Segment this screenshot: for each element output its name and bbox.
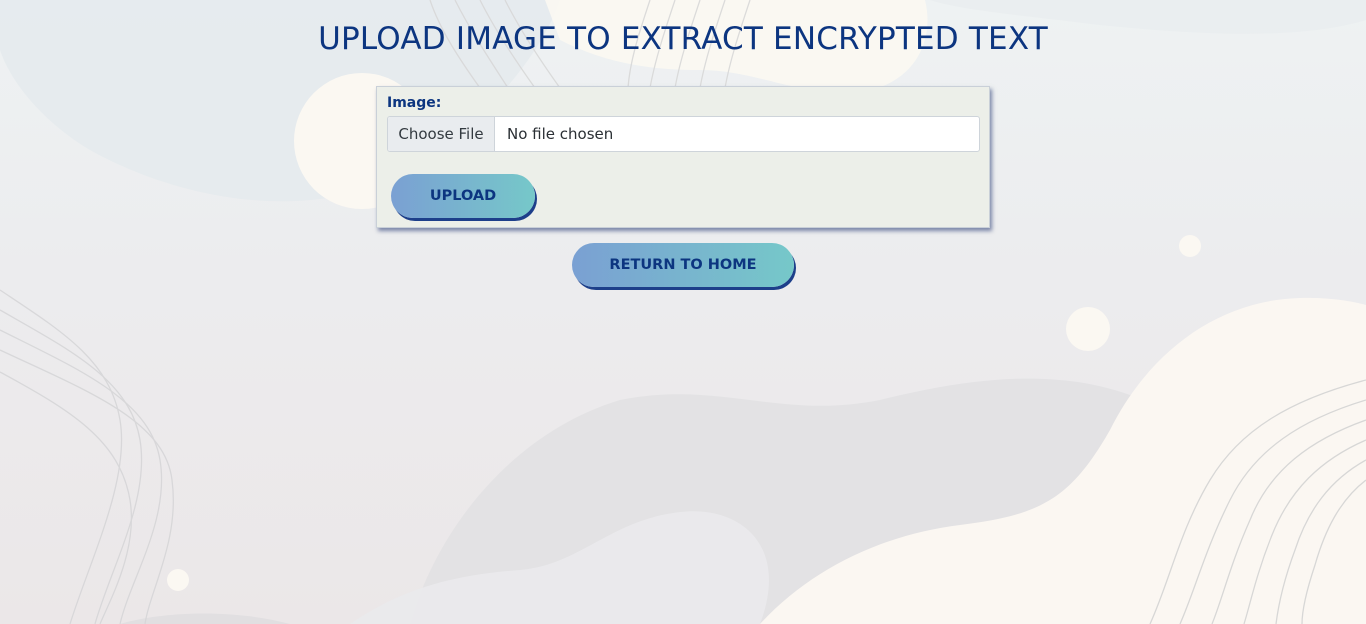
page-title: UPLOAD IMAGE TO EXTRACT ENCRYPTED TEXT (318, 21, 1048, 57)
return-to-home-button[interactable]: RETURN TO HOME (572, 243, 794, 287)
image-file-input[interactable]: Choose File No file chosen (387, 116, 980, 152)
image-field-label: Image: (387, 95, 442, 111)
choose-file-button[interactable]: Choose File (388, 117, 495, 151)
file-status-text: No file chosen (507, 125, 614, 143)
upload-form-card: Image: Choose File No file chosen UPLOAD (376, 86, 990, 228)
upload-button[interactable]: UPLOAD (391, 174, 535, 218)
